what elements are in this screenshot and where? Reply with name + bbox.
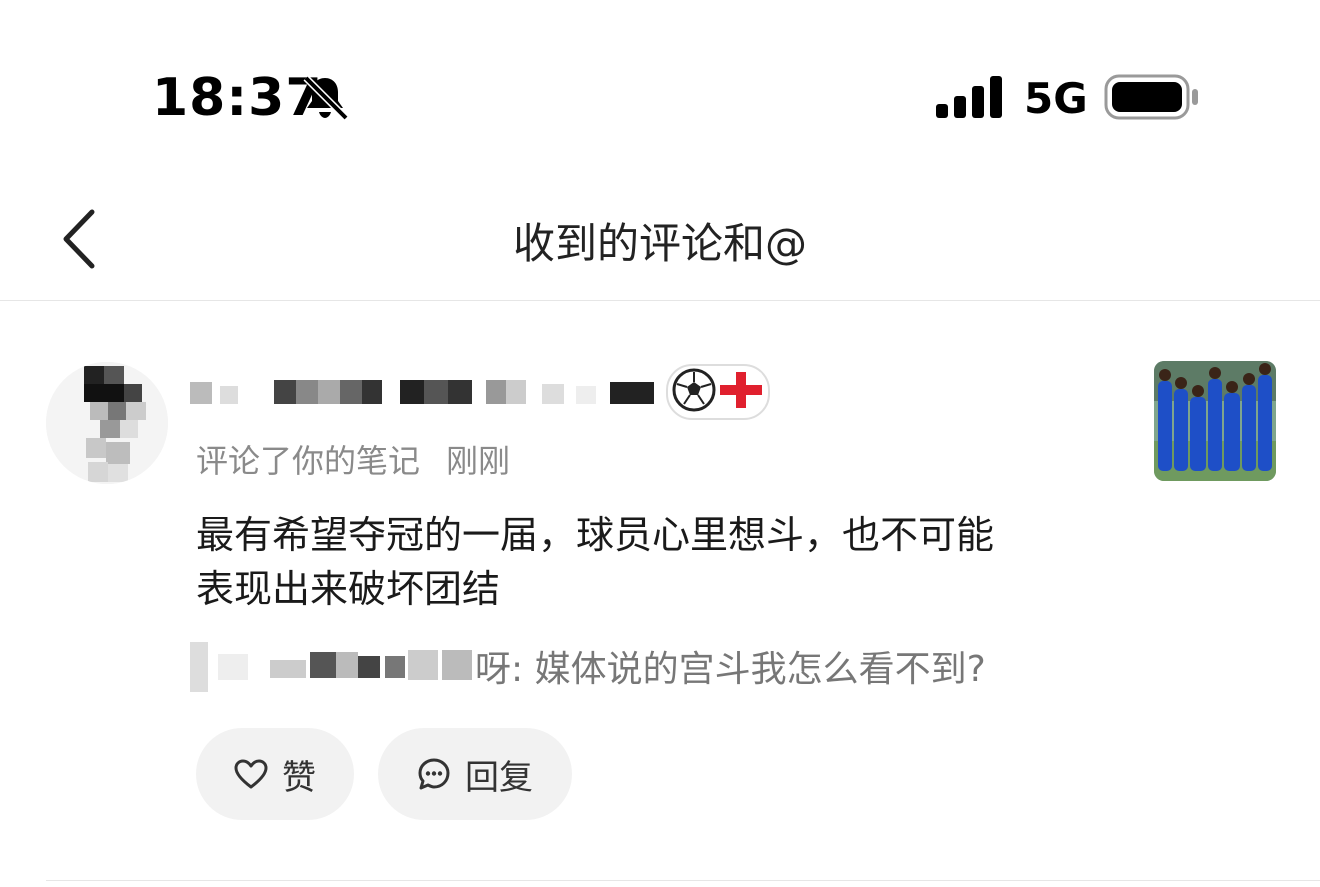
- chat-bubble-icon: [418, 758, 450, 790]
- battery-icon: [1104, 74, 1198, 120]
- header-divider: [0, 300, 1320, 301]
- avatar-image: [46, 362, 168, 484]
- bell-slash-icon: [303, 75, 349, 121]
- like-label: 赞: [282, 757, 316, 798]
- reply-label: 回复: [465, 757, 533, 798]
- page-title: 收到的评论和@: [512, 219, 807, 268]
- note-thumbnail[interactable]: [1154, 361, 1276, 481]
- quoted-username-obscured: [190, 642, 472, 692]
- username-row[interactable]: [190, 362, 790, 420]
- status-time: 18:37: [152, 68, 323, 128]
- badge-icons: [672, 368, 762, 412]
- action-label: 评论了你的笔记: [196, 442, 421, 480]
- nav-bar: 收到的评论和@: [0, 190, 1320, 300]
- badge: [666, 364, 770, 420]
- england-flag-icon: [720, 372, 762, 408]
- soccer-ball-icon: [672, 368, 716, 412]
- avatar[interactable]: [46, 362, 168, 484]
- username-obscured: [190, 380, 654, 404]
- reply-button[interactable]: 回复: [378, 728, 572, 820]
- quoted-comment[interactable]: 呀: 媒体说的宫斗我怎么看不到?: [190, 636, 1090, 696]
- like-button[interactable]: 赞: [196, 728, 354, 820]
- quoted-comment-text: 呀: 媒体说的宫斗我怎么看不到?: [475, 649, 986, 690]
- heart-icon: [234, 759, 268, 789]
- comment-text-line: 表现出来破坏团结: [196, 567, 501, 611]
- signal-icon: [936, 76, 1002, 118]
- comment-text: 最有希望夺冠的一届，球员心里想斗，也不可能 表现出来破坏团结: [196, 508, 1096, 616]
- network-type: 5G: [1024, 74, 1088, 123]
- status-bar: 18:37 5G: [0, 0, 1320, 190]
- comment-meta: 评论了你的笔记 刚刚: [196, 436, 510, 482]
- timestamp: 刚刚: [446, 442, 511, 480]
- note-thumbnail-image: [1154, 361, 1276, 481]
- item-divider: [46, 880, 1320, 881]
- comment-text-line: 最有希望夺冠的一届，球员心里想斗，也不可能: [196, 513, 995, 557]
